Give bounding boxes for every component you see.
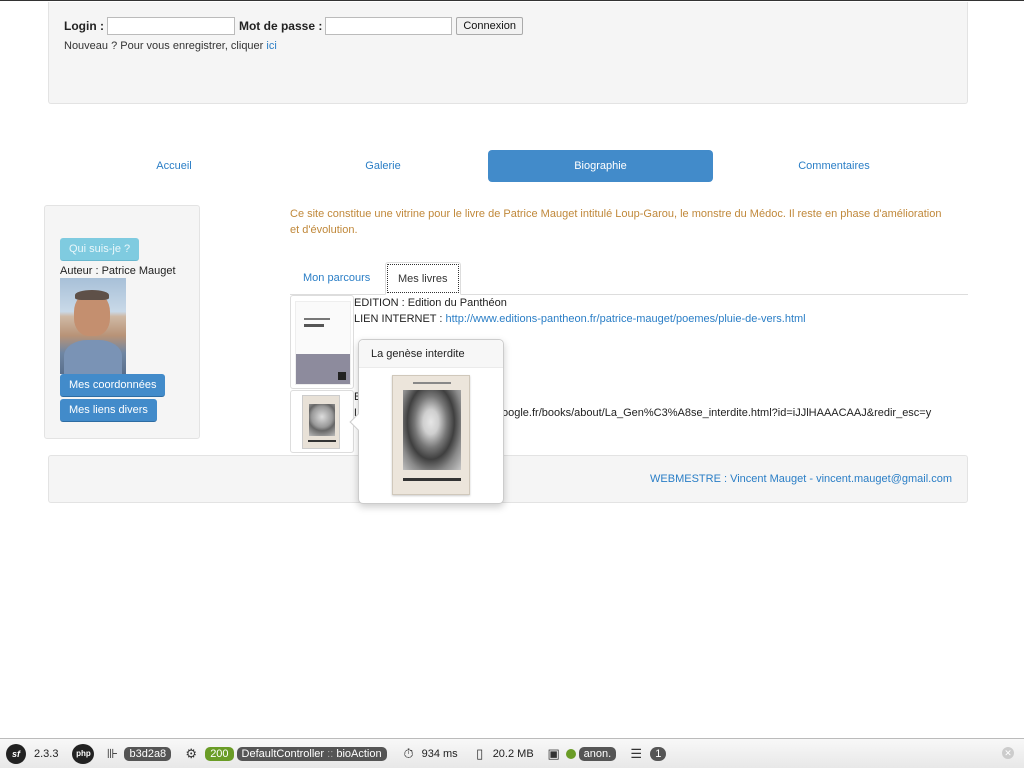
database-icon: ☰ — [630, 745, 643, 761]
register-link[interactable]: ici — [266, 40, 276, 52]
popover-book-cover — [392, 375, 470, 495]
book-popover: La genèse interdite — [349, 339, 504, 504]
login-label: Login : — [64, 19, 104, 33]
security[interactable]: ▣ anon. — [546, 746, 617, 762]
symfony-logo-icon: sf — [6, 743, 26, 764]
book-link[interactable]: http://www.editions-pantheon.fr/patrice-… — [446, 313, 806, 325]
timer[interactable]: ⏱ 934 ms — [401, 746, 458, 762]
book-link-row: LIEN INTERNET : http://www.editions-pant… — [354, 311, 806, 327]
controller-separator: :: — [327, 747, 334, 760]
nav-biographie[interactable]: Biographie — [488, 150, 713, 182]
action-name: bioAction — [336, 747, 382, 760]
queries-count: 1 — [650, 746, 667, 761]
login-input[interactable] — [106, 17, 235, 35]
author-sidebar: Qui suis-je ? Auteur : Patrice Mauget Me… — [44, 205, 200, 439]
connect-button[interactable]: Connexion — [456, 17, 523, 35]
status-code: 200 — [205, 746, 234, 761]
book-link-2[interactable]: oogle.fr/books/about/La_Gen%C3%A8se_inte… — [502, 405, 931, 421]
footer: WEBMESTRE : Vincent Mauget - vincent.mau… — [48, 455, 968, 503]
nav-galerie[interactable]: Galerie — [272, 150, 494, 182]
sf-version-value: 2.3.3 — [34, 747, 59, 760]
config-icon: ⊪ — [106, 745, 119, 761]
sf-version[interactable]: sf 2.3.3 — [6, 743, 59, 764]
password-label: Mot de passe : — [238, 19, 323, 33]
webmaster-contact[interactable]: WEBMESTRE : Vincent Mauget - vincent.mau… — [650, 473, 952, 485]
intro-text: Ce site constitue une vitrine pour le li… — [290, 208, 942, 236]
book-link-label: LIEN INTERNET : — [354, 313, 443, 325]
register-text: Nouveau ? Pour vous enregistrer, cliquer… — [64, 40, 277, 52]
close-icon[interactable]: ✕ — [1002, 747, 1014, 759]
book-edition: EDITION : Edition du Panthéon — [354, 297, 507, 309]
tab-mes-livres[interactable]: Mes livres — [385, 262, 461, 295]
memory-value: 20.2 MB — [492, 747, 534, 760]
user-value: anon. — [578, 746, 617, 761]
bio-tabs: Mon parcours Mes livres — [290, 262, 968, 295]
token-value: b3d2a8 — [124, 746, 172, 761]
contact-button[interactable]: Mes coordonnées — [60, 374, 166, 397]
register-prompt: Nouveau ? Pour vous enregistrer, cliquer — [64, 40, 264, 52]
php-info[interactable]: php — [72, 743, 95, 764]
book-cover-genese[interactable] — [290, 390, 354, 453]
db-queries[interactable]: ☰ 1 — [628, 745, 667, 762]
gear-icon: ⚙ — [185, 745, 198, 761]
login-form: Login : Mot de passe : Connexion — [64, 17, 523, 35]
controller-action: DefaultController :: bioAction — [236, 746, 387, 761]
memory-icon: ▯ — [476, 745, 484, 761]
book-cover-pluie-de-vers[interactable] — [290, 295, 354, 389]
whoami-button[interactable]: Qui suis-je ? — [60, 238, 140, 261]
author-photo — [60, 278, 126, 374]
login-panel: Login : Mot de passe : Connexion Nouveau… — [48, 2, 968, 104]
request-info[interactable]: ⚙ 200 DefaultController :: bioAction — [183, 745, 387, 762]
php-icon: php — [72, 743, 95, 764]
top-border — [0, 0, 1024, 1]
tab-mon-parcours[interactable]: Mon parcours — [291, 262, 382, 295]
stopwatch-icon: ⏱ — [403, 745, 414, 761]
memory[interactable]: ▯ 20.2 MB — [472, 746, 534, 762]
nav-commentaires[interactable]: Commentaires — [724, 150, 944, 182]
controller-name: DefaultController — [241, 747, 325, 760]
popover-title: La genèse interdite — [359, 340, 503, 368]
password-input[interactable] — [325, 17, 453, 35]
main-nav: Accueil Galerie Biographie Commentaires — [48, 150, 968, 182]
links-button[interactable]: Mes liens divers — [60, 399, 157, 422]
nav-accueil[interactable]: Accueil — [64, 150, 284, 182]
profiler-token[interactable]: ⊪ b3d2a8 — [104, 745, 172, 762]
author-label: Auteur : Patrice Mauget — [60, 265, 176, 277]
debug-toolbar: sf 2.3.3 php ⊪ b3d2a8 ⚙ 200 DefaultContr… — [0, 738, 1024, 768]
auth-status-dot — [565, 748, 576, 759]
security-icon: ▣ — [547, 745, 560, 761]
time-value: 934 ms — [421, 747, 458, 760]
